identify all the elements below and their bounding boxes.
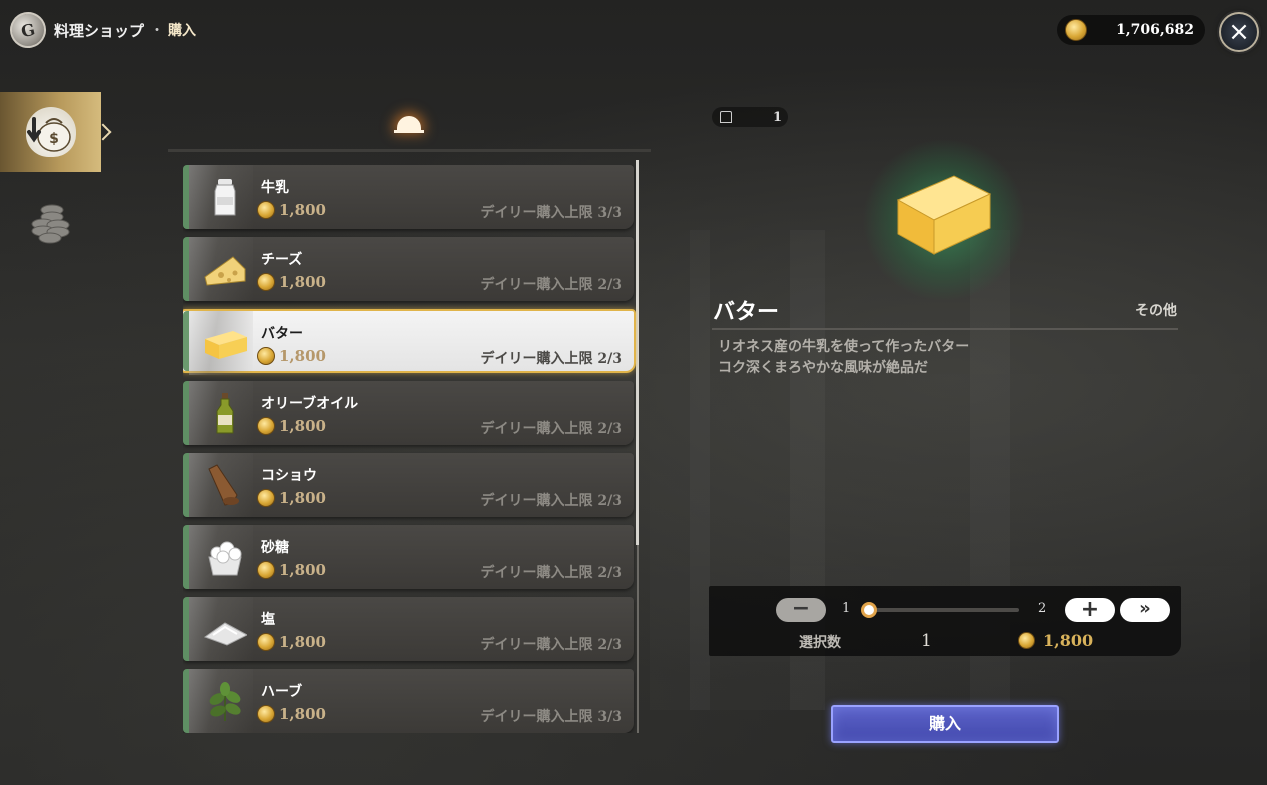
quantity-panel: − 1 2 + » 選択数 1 1,800 [709,586,1181,656]
item-name: コショウ [261,468,317,484]
selected-count-label: 選択数 [799,635,841,651]
item-name: ハーブ [261,684,303,700]
nav-tab-sell[interactable] [30,200,72,244]
butter-icon [205,331,247,359]
item-name: バター [261,326,303,342]
gold-coin-icon [257,201,275,219]
item-name: 塩 [261,612,275,628]
item-price: 1,800 [257,201,326,219]
coin-stack-icon [31,204,70,244]
list-item[interactable]: 塩 1,800 デイリー購入上限 2/3 [183,597,634,661]
title-separator: ・ [150,23,165,39]
item-limit: デイリー購入上限 2/3 [480,421,622,437]
list-item[interactable]: チーズ 1,800 デイリー購入上限 2/3 [183,237,634,301]
item-limit: デイリー購入上限 2/3 [480,493,622,509]
item-limit: デイリー購入上限 2/3 [480,637,622,653]
header: G 料理ショップ ・ 購入 [6,8,197,52]
slider-min-label: 1 [842,601,851,616]
herb-icon [209,682,241,721]
gold-coin-icon [257,417,275,435]
detail-item-name: バター [713,300,780,325]
shop-logo-icon: G [6,8,50,52]
pepper-mill-icon [208,464,239,506]
item-limit: デイリー購入上限 2/3 [480,565,622,581]
item-price: 1,800 [257,347,326,365]
detail-description: リオネス産の牛乳を使って作ったバター コク深くまろやかな風味が絶品だ [718,339,970,376]
buy-button[interactable]: 購入 [831,705,1059,743]
selected-count-value: 1 [921,631,932,651]
page-title: 料理ショップ [54,21,145,40]
gold-coin-icon [257,273,275,291]
item-limit: デイリー購入上限 2/3 [480,351,622,367]
item-price: 1,800 [257,489,326,507]
gold-coin-icon [257,705,275,723]
owned-count-badge: 1 [712,107,788,127]
currency-value: 1,706,682 [1116,22,1194,38]
cheese-icon [204,256,246,286]
nav-tab-buy[interactable]: $ [0,92,101,172]
item-price: 1,800 [257,561,326,579]
list-item[interactable]: 砂糖 1,800 デイリー購入上限 2/3 [183,525,634,589]
total-price: 1,800 [1018,631,1093,650]
close-button[interactable]: × [1219,12,1259,52]
gold-coin-icon [257,561,275,579]
increase-button[interactable]: + [1065,598,1115,622]
item-limit: デイリー購入上限 3/3 [480,709,622,725]
milk-bottle-icon [214,179,236,216]
sugar-icon [208,541,242,576]
olive-oil-icon [216,393,234,434]
item-name: 牛乳 [261,180,289,196]
gold-coin-icon [257,347,275,365]
item-price: 1,800 [257,705,326,723]
butter-large-icon [896,175,992,255]
item-price: 1,800 [257,633,326,651]
divider [712,328,1178,330]
decrease-button[interactable]: − [776,598,826,622]
item-limit: デイリー購入上限 2/3 [480,277,622,293]
item-price: 1,800 [257,417,326,435]
item-name: チーズ [261,252,303,268]
list-item[interactable]: ハーブ 1,800 デイリー購入上限 3/3 [183,669,634,733]
list-item[interactable]: オリーブオイル 1,800 デイリー購入上限 2/3 [183,381,634,445]
detail-item-category: その他 [1135,303,1177,319]
list-item-selected[interactable]: バター 1,800 デイリー購入上限 2/3 [183,309,636,375]
inventory-icon [720,111,732,123]
max-button[interactable]: » [1120,598,1170,622]
svg-text:$: $ [49,131,59,147]
item-list: 牛乳 1,800 デイリー購入上限 3/3 チーズ 1,800 デイリー購入上限… [183,165,638,733]
gold-coin-icon [257,633,275,651]
item-name: 砂糖 [261,540,289,556]
item-name: オリーブオイル [261,396,359,412]
gold-coin-icon [1065,19,1087,41]
cloche-icon [394,112,424,134]
salt-icon [203,622,247,646]
slider-handle[interactable] [861,602,877,618]
buy-bag-icon: $ [25,107,76,157]
item-limit: デイリー購入上限 3/3 [480,205,622,221]
page-subtitle: 購入 [168,23,197,39]
list-item[interactable]: 牛乳 1,800 デイリー購入上限 3/3 [183,165,634,229]
gold-coin-icon [257,489,275,507]
list-item[interactable]: コショウ 1,800 デイリー購入上限 2/3 [183,453,634,517]
item-price: 1,800 [257,273,326,291]
slider-max-label: 2 [1038,601,1047,616]
owned-count: 1 [772,109,782,125]
list-header [168,104,651,152]
gold-coin-icon [1018,632,1035,649]
currency-display: 1,706,682 [1057,15,1205,45]
quantity-slider[interactable] [867,608,1019,612]
